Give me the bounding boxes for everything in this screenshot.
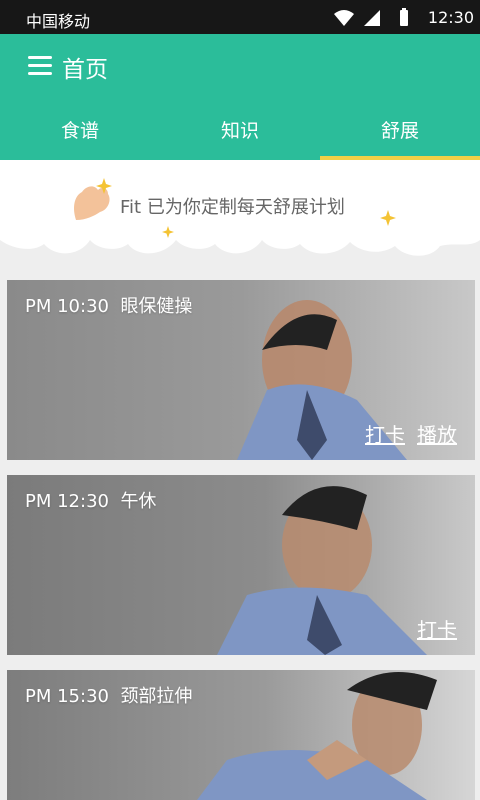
play-button[interactable]: 播放 xyxy=(417,419,457,448)
schedule-card[interactable]: PM 15:30 颈部拉伸 xyxy=(7,670,475,800)
page-title: 首页 xyxy=(62,57,108,83)
app-bar: 首页 食谱 知识 舒展 xyxy=(0,34,480,160)
tab-knowledge[interactable]: 知识 xyxy=(160,108,320,160)
tab-stretch[interactable]: 舒展 xyxy=(320,108,480,160)
sparkle-icon xyxy=(380,210,396,226)
battery-icon xyxy=(400,8,408,26)
card-time-title: PM 12:30 午休 xyxy=(25,491,157,512)
checkin-button[interactable]: 打卡 xyxy=(365,419,405,448)
checkin-button[interactable]: 打卡 xyxy=(417,614,457,643)
status-icons xyxy=(334,8,408,26)
sparkle-icon xyxy=(162,226,174,238)
banner-message: Fit 已为你定制每天舒展计划 xyxy=(120,197,345,218)
clock: 12:30 xyxy=(427,8,474,27)
card-actions: 打卡 播放 xyxy=(365,419,457,448)
tab-bar: 食谱 知识 舒展 xyxy=(0,108,480,160)
card-actions: 打卡 xyxy=(417,614,457,643)
card-time-title: PM 15:30 颈部拉伸 xyxy=(25,686,193,707)
sparkle-icon xyxy=(96,178,112,194)
menu-icon[interactable] xyxy=(28,54,54,78)
card-time-title: PM 10:30 眼保健操 xyxy=(25,296,193,317)
muscle-arm-icon xyxy=(74,186,110,220)
schedule-card[interactable]: PM 10:30 眼保健操 打卡 播放 xyxy=(7,280,475,460)
status-bar: 中国移动 12:30 xyxy=(0,0,480,34)
carrier-name: 中国移动 xyxy=(26,12,91,31)
signal-icon xyxy=(364,10,380,26)
schedule-card[interactable]: PM 12:30 午休 打卡 xyxy=(7,475,475,655)
wifi-icon xyxy=(334,10,354,26)
tab-recipes[interactable]: 食谱 xyxy=(0,108,160,160)
plan-banner: Fit 已为你定制每天舒展计划 xyxy=(0,160,480,270)
